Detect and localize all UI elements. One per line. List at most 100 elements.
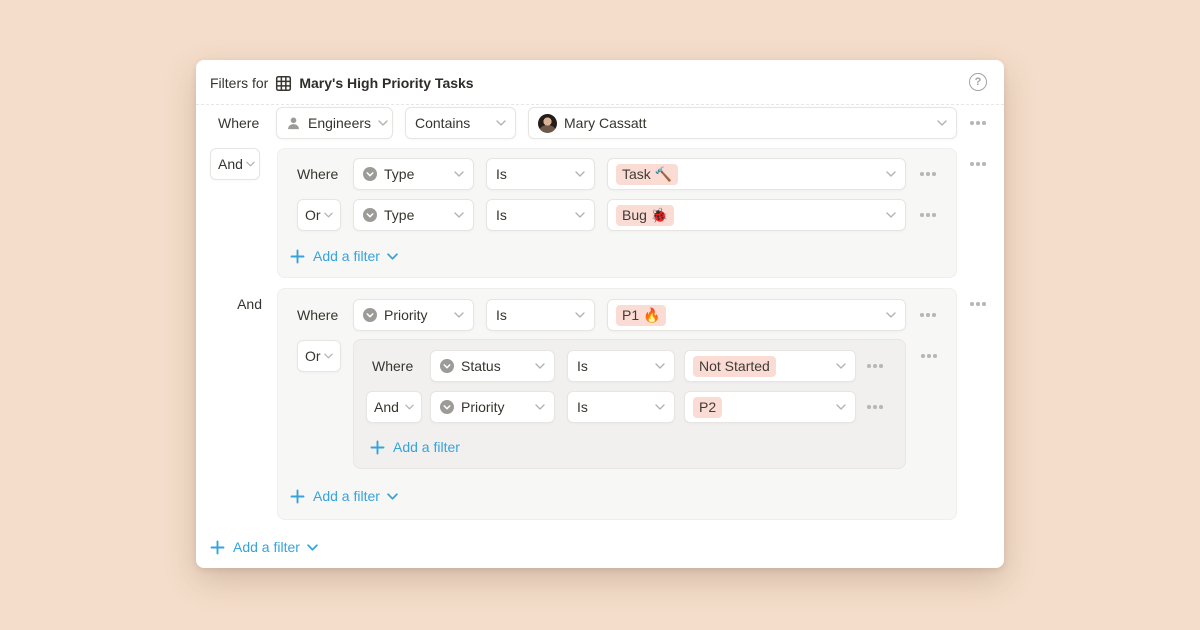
plus-icon xyxy=(290,489,305,504)
chevron-down-icon xyxy=(454,171,464,177)
property-name: Type xyxy=(384,166,414,182)
value-select[interactable]: Task 🔨 xyxy=(607,158,906,190)
add-filter-button[interactable]: Add a filter xyxy=(290,486,398,506)
property-name: Status xyxy=(461,358,501,374)
connector-label: Where xyxy=(297,158,341,190)
more-icon[interactable] xyxy=(920,199,936,231)
operator-select[interactable]: Is xyxy=(567,350,675,382)
avatar xyxy=(538,114,557,133)
filters-panel: Filters for Mary's High Priority Tasks ?… xyxy=(196,60,1004,568)
filter-group-1: And Where Type Is xyxy=(196,148,1004,278)
value-select-person[interactable]: Mary Cassatt xyxy=(528,107,957,139)
chevron-down-icon xyxy=(937,120,947,126)
chevron-down-icon xyxy=(836,363,846,369)
value-tag: P2 xyxy=(693,397,722,418)
chevron-down-icon xyxy=(575,212,585,218)
connector-label: Where xyxy=(297,299,341,331)
filter-group-2: And Where Priority Is xyxy=(196,288,1004,520)
panel-header: Filters for Mary's High Priority Tasks xyxy=(210,72,474,94)
property-select[interactable]: Status xyxy=(430,350,555,382)
operator-select[interactable]: Contains xyxy=(405,107,516,139)
property-name: Type xyxy=(384,207,414,223)
table-icon xyxy=(275,75,292,92)
value-tag: Bug 🐞 xyxy=(616,205,674,226)
chevron-down-icon xyxy=(575,171,585,177)
filter-row: And Priority xyxy=(354,391,905,423)
operator-select[interactable]: Is xyxy=(486,299,595,331)
operator-select[interactable]: Is xyxy=(486,199,595,231)
chevron-down-icon xyxy=(836,404,846,410)
operator-select[interactable]: Is xyxy=(486,158,595,190)
plus-icon xyxy=(210,540,225,555)
add-filter-label: Add a filter xyxy=(313,248,380,264)
chevron-down-icon xyxy=(378,120,388,126)
more-icon[interactable] xyxy=(867,391,883,423)
chevron-down-icon xyxy=(324,353,333,359)
connector-select[interactable]: And xyxy=(366,391,422,423)
value-select[interactable]: P1 🔥 xyxy=(607,299,906,331)
property-select[interactable]: Type xyxy=(353,158,474,190)
select-type-icon xyxy=(363,308,377,322)
chevron-down-icon xyxy=(246,161,255,167)
property-select[interactable]: Priority xyxy=(430,391,555,423)
nested-group-box: Where Status Is xyxy=(353,339,906,469)
operator-name: Is xyxy=(496,207,507,223)
chevron-down-icon xyxy=(655,404,665,410)
more-icon[interactable] xyxy=(921,349,937,363)
value-tag: Not Started xyxy=(693,356,776,377)
value-select[interactable]: Bug 🐞 xyxy=(607,199,906,231)
group-connector-select[interactable]: And xyxy=(210,148,260,180)
chevron-down-icon xyxy=(324,212,333,218)
plus-icon xyxy=(290,249,305,264)
more-icon[interactable] xyxy=(920,158,936,190)
group-box: Where Type Is Task � xyxy=(277,148,957,278)
select-type-icon xyxy=(440,400,454,414)
filter-row: Where Priority Is P1 xyxy=(278,299,956,331)
group-box: Where Priority Is P1 xyxy=(277,288,957,520)
nested-connector-select[interactable]: Or xyxy=(297,340,341,372)
chevron-down-icon xyxy=(575,312,585,318)
operator-name: Contains xyxy=(415,115,470,131)
chevron-down-icon xyxy=(535,404,545,410)
header-prefix: Filters for xyxy=(210,75,268,91)
connector-label: Where xyxy=(218,107,259,139)
chevron-down-icon xyxy=(535,363,545,369)
chevron-down-icon xyxy=(405,404,414,410)
help-button[interactable]: ? xyxy=(969,73,987,91)
chevron-down-icon xyxy=(886,312,896,318)
add-filter-label: Add a filter xyxy=(233,539,300,555)
add-filter-button[interactable]: Add a filter xyxy=(370,437,460,457)
more-icon[interactable] xyxy=(970,107,986,139)
operator-name: Is xyxy=(577,358,588,374)
add-filter-button[interactable]: Add a filter xyxy=(290,246,398,266)
chevron-down-icon xyxy=(454,212,464,218)
chevron-down-icon xyxy=(387,253,398,260)
value-select[interactable]: P2 xyxy=(684,391,856,423)
add-filter-label: Add a filter xyxy=(313,488,380,504)
property-select[interactable]: Type xyxy=(353,199,474,231)
connector-text: And xyxy=(374,399,399,415)
connector-select[interactable]: Or xyxy=(297,199,341,231)
operator-select[interactable]: Is xyxy=(567,391,675,423)
add-filter-button[interactable]: Add a filter xyxy=(210,537,318,557)
property-name: Priority xyxy=(461,399,505,415)
more-icon[interactable] xyxy=(867,350,883,382)
chevron-down-icon xyxy=(387,493,398,500)
more-icon[interactable] xyxy=(970,157,986,171)
chevron-down-icon xyxy=(886,212,896,218)
connector-text: And xyxy=(218,156,243,172)
property-select[interactable]: Priority xyxy=(353,299,474,331)
value-select[interactable]: Not Started xyxy=(684,350,856,382)
operator-name: Is xyxy=(496,307,507,323)
add-filter-label: Add a filter xyxy=(393,439,460,455)
person-icon xyxy=(286,116,301,131)
connector-text: Or xyxy=(305,348,321,364)
more-icon[interactable] xyxy=(920,299,936,331)
property-select-engineers[interactable]: Engineers xyxy=(276,107,393,139)
filter-row: Where Type Is Task � xyxy=(278,158,956,190)
more-icon[interactable] xyxy=(970,297,986,311)
value-text: Mary Cassatt xyxy=(564,115,646,131)
group-connector-label: And xyxy=(210,292,262,316)
chevron-down-icon xyxy=(454,312,464,318)
operator-name: Is xyxy=(496,166,507,182)
